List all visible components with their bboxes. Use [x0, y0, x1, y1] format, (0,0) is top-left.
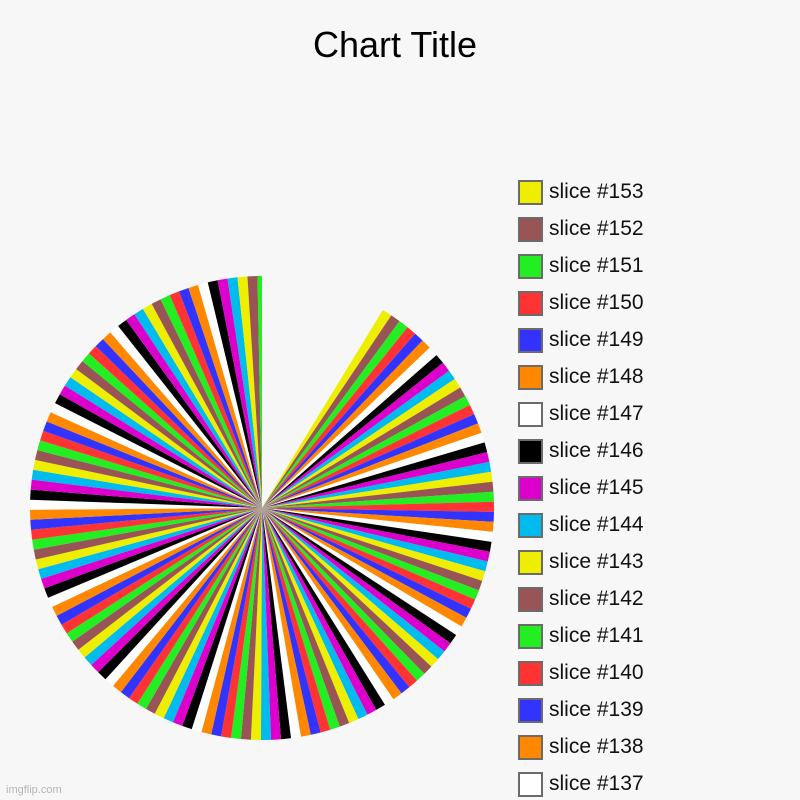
legend-swatch [518, 513, 543, 538]
legend-swatch [518, 328, 543, 353]
legend-label: slice #148 [549, 365, 644, 388]
legend-label: slice #142 [549, 587, 644, 610]
legend-swatch [518, 254, 543, 279]
legend-item[interactable]: slice #137 [518, 772, 718, 798]
legend-label: slice #140 [549, 661, 644, 684]
legend-item[interactable]: slice #151 [518, 254, 718, 280]
legend-label: slice #152 [549, 217, 644, 240]
legend-label: slice #138 [549, 735, 644, 758]
legend-swatch [518, 180, 543, 205]
legend-swatch [518, 402, 543, 427]
legend-label: slice #147 [549, 402, 644, 425]
legend-label: slice #137 [549, 772, 644, 795]
legend-swatch [518, 217, 543, 242]
legend-label: slice #146 [549, 439, 644, 462]
legend-item[interactable]: slice #149 [518, 328, 718, 354]
legend-label: slice #143 [549, 550, 644, 573]
legend-swatch [518, 772, 543, 797]
legend-swatch [518, 698, 543, 723]
legend-item[interactable]: slice #138 [518, 735, 718, 761]
legend-swatch [518, 624, 543, 649]
legend-item[interactable]: slice #140 [518, 661, 718, 687]
legend-item[interactable]: slice #147 [518, 402, 718, 428]
legend-item[interactable]: slice #141 [518, 624, 718, 650]
legend-item[interactable]: slice #144 [518, 513, 718, 539]
legend-item[interactable]: slice #146 [518, 439, 718, 465]
legend-swatch [518, 365, 543, 390]
legend-item[interactable]: slice #152 [518, 217, 718, 243]
legend-label: slice #153 [549, 180, 644, 203]
legend-label: slice #151 [549, 254, 644, 277]
legend-swatch [518, 661, 543, 686]
legend-swatch [518, 439, 543, 464]
legend-swatch [518, 476, 543, 501]
legend-label: slice #150 [549, 291, 644, 314]
legend-swatch [518, 291, 543, 316]
legend-item[interactable]: slice #139 [518, 698, 718, 724]
legend-label: slice #141 [549, 624, 644, 647]
legend-item[interactable]: slice #150 [518, 291, 718, 317]
watermark: imgflip.com [6, 784, 62, 796]
legend-item[interactable]: slice #143 [518, 550, 718, 576]
legend-item[interactable]: slice #142 [518, 587, 718, 613]
legend-label: slice #145 [549, 476, 644, 499]
legend-item[interactable]: slice #145 [518, 476, 718, 502]
legend-label: slice #149 [549, 328, 644, 351]
legend-item[interactable]: slice #148 [518, 365, 718, 391]
legend-item[interactable]: slice #153 [518, 180, 718, 206]
legend-swatch [518, 735, 543, 760]
legend-swatch [518, 550, 543, 575]
legend-label: slice #139 [549, 698, 644, 721]
legend-label: slice #144 [549, 513, 644, 536]
legend-swatch [518, 587, 543, 612]
